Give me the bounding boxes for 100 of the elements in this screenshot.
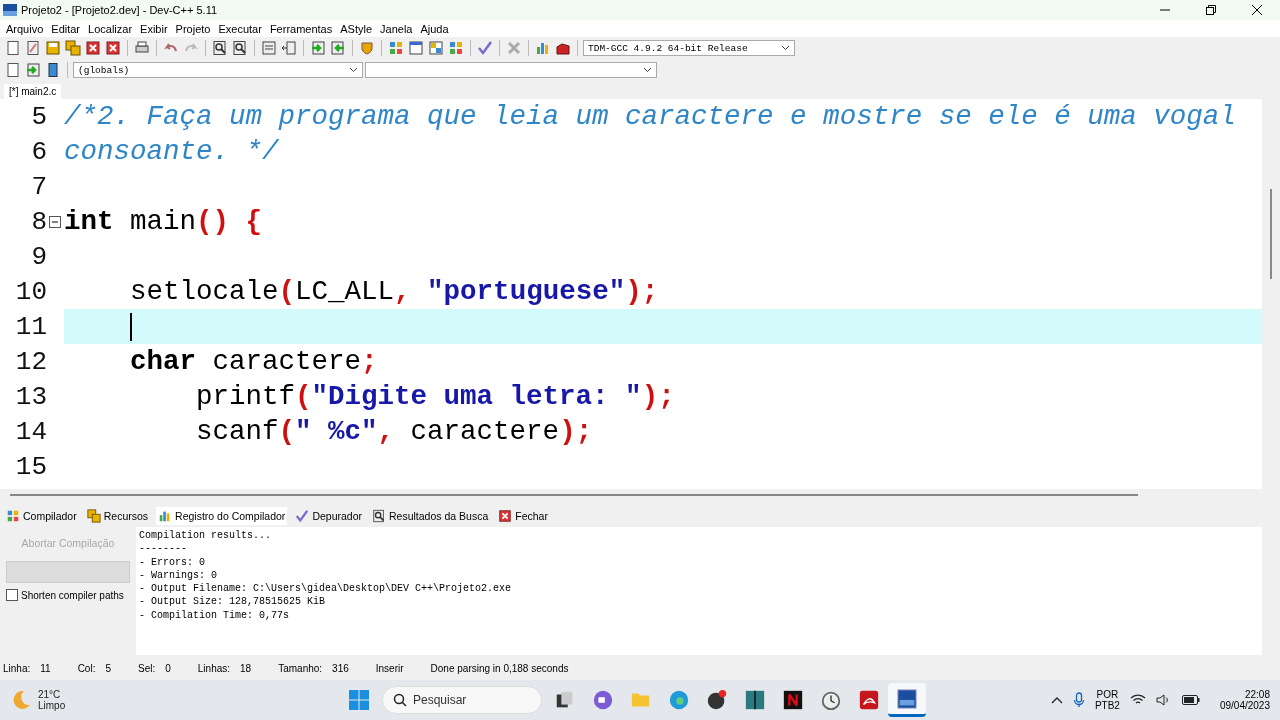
- panel-tab[interactable]: Compilador: [4, 507, 79, 525]
- temperature: 21°C: [38, 689, 62, 700]
- replace-icon[interactable]: [231, 39, 249, 57]
- open-file-icon[interactable]: [24, 39, 42, 57]
- browser-icon: [668, 689, 690, 711]
- new-file-icon[interactable]: [4, 39, 22, 57]
- rebuild-icon[interactable]: [447, 39, 465, 57]
- battery-icon[interactable]: [1181, 695, 1200, 705]
- status-value: 11: [40, 662, 51, 674]
- file-tab[interactable]: [*] main2.c: [4, 84, 62, 99]
- status-label: Sel:: [138, 662, 156, 674]
- menu-item[interactable]: Editar: [47, 22, 85, 35]
- line-number: 15: [15, 451, 47, 482]
- start-icon: [348, 689, 370, 711]
- status-label: Col:: [77, 662, 96, 674]
- compile-run-icon[interactable]: [427, 39, 445, 57]
- find-icon: [372, 509, 386, 523]
- status-text: Inserir: [374, 662, 404, 674]
- line-number: 14: [15, 416, 47, 447]
- compiler-log: Compilation results... -------- - Errors: 0 - Warnings: 0 - Output Filename: C:\Users\gidea\Desktop\DEV C++\Projeto2.exe - Output Size: 128,78515625 KiB - Compilation Time: 0,77s: [136, 527, 1262, 655]
- scope-dropdown[interactable]: (globals): [73, 62, 363, 78]
- clock[interactable]: 22:08 09/04/2023: [1219, 689, 1270, 711]
- menu-item[interactable]: Executar: [214, 22, 266, 35]
- record-icon: [706, 689, 728, 711]
- status-value: 5: [105, 662, 111, 674]
- checkbox-label[interactable]: Shorten compiler paths: [21, 589, 124, 601]
- line-number: 10: [15, 276, 47, 307]
- grid-icon: [6, 509, 20, 523]
- restore-icon: [1206, 5, 1216, 15]
- chat-icon: [592, 689, 614, 711]
- find-icon[interactable]: [211, 39, 229, 57]
- pdf-icon: [858, 689, 880, 711]
- remove-file-icon[interactable]: [329, 39, 347, 57]
- line-number: 5: [31, 101, 47, 132]
- line-number: 11: [15, 311, 47, 342]
- menu-item[interactable]: Projeto: [171, 22, 215, 35]
- menu-item[interactable]: Janela: [376, 22, 417, 35]
- status-value: 316: [332, 662, 349, 674]
- menu-item[interactable]: Exibir: [136, 22, 172, 35]
- menu-item[interactable]: Ajuda: [416, 22, 453, 35]
- panel-tab[interactable]: Registro do Compilador: [156, 507, 288, 525]
- line-number: 12: [15, 346, 47, 377]
- app-icon: [3, 4, 17, 16]
- chevron-up-icon[interactable]: [1050, 696, 1063, 704]
- search-icon: [393, 693, 407, 707]
- status-value: 0: [165, 662, 171, 674]
- clock-icon: [820, 689, 842, 711]
- code-line: scanf(" %c", caractere);: [195, 416, 593, 447]
- panel-tab[interactable]: Recursos: [84, 507, 151, 525]
- code-line: setlocale(LC_ALL, "portuguese");: [129, 276, 659, 307]
- fold-toggle-icon[interactable]: [49, 215, 61, 228]
- panel-tab[interactable]: Resultados da Busca: [370, 507, 491, 525]
- add-file-icon[interactable]: [309, 39, 327, 57]
- menu-item[interactable]: Ferramentas: [265, 22, 337, 35]
- close-icon: [498, 509, 513, 523]
- check-icon[interactable]: [476, 39, 494, 57]
- panel-tab[interactable]: Depurador: [293, 507, 364, 525]
- line-number: 9: [31, 241, 47, 272]
- microphone-icon[interactable]: [1072, 692, 1085, 708]
- panel-tab[interactable]: Fechar: [496, 507, 550, 525]
- checkbox[interactable]: [6, 589, 18, 601]
- scrollbar-thumb[interactable]: [1270, 189, 1272, 279]
- compiler-dropdown[interactable]: TDM-GCC 4.9.2 64-bit Release: [583, 40, 795, 56]
- line-number: 6: [31, 136, 47, 167]
- code-line: int main() {: [64, 206, 263, 237]
- search-field[interactable]: Pesquisar: [382, 686, 542, 714]
- book-icon: [744, 689, 766, 711]
- scrollbar-thumb[interactable]: [10, 494, 1138, 496]
- close-all-icon[interactable]: [104, 39, 122, 57]
- save-icon[interactable]: [44, 39, 62, 57]
- letter-n-icon: [782, 689, 804, 711]
- chevron-down-icon: [781, 45, 790, 51]
- line-number: 13: [15, 381, 47, 412]
- code-line: /*2. Faça um programa que leia um caractere e mostre se ele é uma vogal: [64, 101, 1236, 132]
- close-icon: [1252, 5, 1262, 15]
- stacked-squares-icon: [86, 509, 101, 523]
- weather-condition: Limpo: [38, 700, 66, 711]
- check-icon: [295, 509, 310, 523]
- status-label: Linha:: [3, 662, 31, 674]
- taskbar-app-button[interactable]: [888, 683, 926, 717]
- unindent-icon[interactable]: [280, 39, 298, 57]
- compile-icon[interactable]: [387, 39, 405, 57]
- input-language[interactable]: POR PTB2: [1094, 689, 1120, 711]
- save-all-icon[interactable]: [64, 39, 82, 57]
- close-file-icon[interactable]: [84, 39, 102, 57]
- menu-item[interactable]: Arquivo: [2, 22, 48, 35]
- run-icon[interactable]: [407, 39, 425, 57]
- ide-icon: [896, 687, 918, 710]
- menu-item[interactable]: AStyle: [336, 22, 377, 35]
- code-line: char caractere;: [129, 346, 378, 377]
- chevron-down-icon: [643, 67, 652, 73]
- chevron-down-icon: [349, 67, 358, 73]
- wifi-icon[interactable]: [1129, 694, 1146, 706]
- badge-icon[interactable]: [358, 39, 376, 57]
- window-title: Projeto2 - [Projeto2.dev] - Dev-C++ 5.11: [21, 4, 219, 16]
- status-text: Done parsing in 0,188 seconds: [429, 662, 569, 674]
- menu-item[interactable]: Localizar: [84, 22, 137, 35]
- line-number: 8: [31, 206, 47, 237]
- insert-icon[interactable]: [4, 61, 22, 79]
- line-number: 7: [31, 171, 47, 202]
